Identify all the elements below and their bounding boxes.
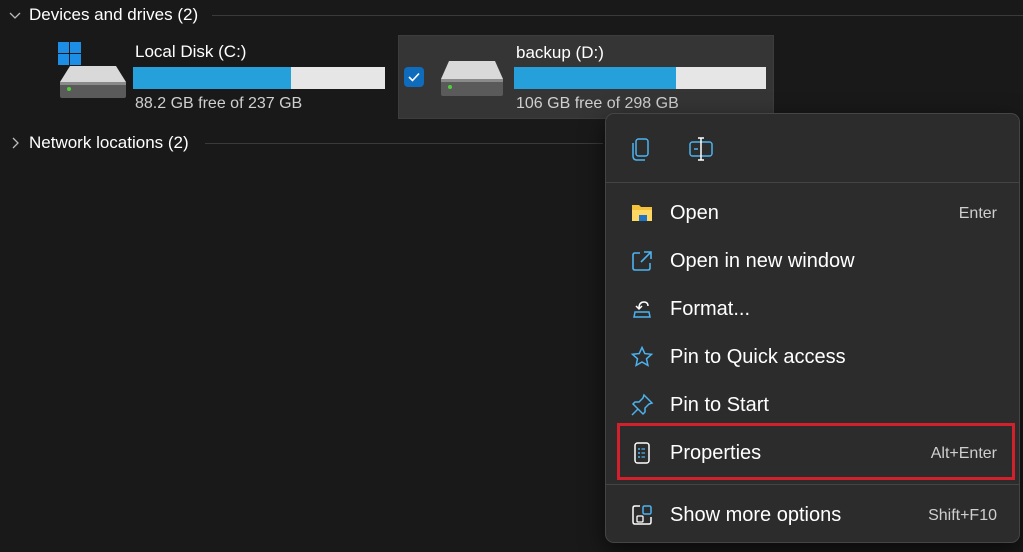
rename-icon bbox=[689, 137, 713, 161]
drive-usage-bar bbox=[514, 67, 766, 89]
drive-c[interactable]: Local Disk (C:) 88.2 GB free of 237 GB bbox=[52, 36, 392, 120]
menu-separator bbox=[606, 182, 1019, 183]
selection-checkbox[interactable] bbox=[404, 67, 424, 87]
section-divider bbox=[212, 15, 1023, 16]
network-section-title: Network locations (2) bbox=[29, 133, 189, 152]
menu-item-pin-quick-access[interactable]: Pin to Quick access bbox=[612, 335, 1013, 379]
menu-item-label: Open in new window bbox=[670, 250, 855, 272]
drive-usage-bar bbox=[133, 67, 385, 89]
menu-item-shortcut: Enter bbox=[958, 205, 997, 222]
rename-button[interactable] bbox=[684, 132, 718, 166]
drive-usage-fill bbox=[133, 67, 291, 89]
section-divider bbox=[205, 143, 603, 144]
menu-item-pin-to-start[interactable]: Pin to Start bbox=[612, 383, 1013, 427]
menu-item-shortcut: Shift+F10 bbox=[928, 507, 997, 524]
menu-item-label: Open bbox=[670, 202, 719, 224]
menu-item-format[interactable]: Format... bbox=[612, 287, 1013, 331]
drive-name: Local Disk (C:) bbox=[135, 42, 247, 61]
menu-item-open-new-window[interactable]: Open in new window bbox=[612, 239, 1013, 283]
drive-icon bbox=[441, 61, 503, 96]
format-icon bbox=[633, 301, 651, 318]
menu-separator bbox=[606, 484, 1019, 485]
menu-item-show-more-options[interactable]: Show more options Shift+F10 bbox=[612, 493, 1013, 537]
copy-button[interactable] bbox=[625, 132, 659, 166]
menu-quick-actions bbox=[606, 114, 1019, 182]
chevron-right-icon bbox=[12, 137, 19, 149]
devices-section-header[interactable]: Devices and drives (2) bbox=[0, 1, 1023, 29]
properties-highlight-box bbox=[617, 423, 1015, 480]
menu-item-label: Pin to Start bbox=[670, 394, 769, 416]
drive-free-space: 88.2 GB free of 237 GB bbox=[135, 95, 303, 112]
menu-item-open[interactable]: Open Enter bbox=[612, 191, 1013, 235]
open-new-window-icon bbox=[632, 251, 652, 271]
menu-item-label: Format... bbox=[670, 298, 751, 320]
drive-name: backup (D:) bbox=[516, 43, 604, 62]
star-icon bbox=[630, 345, 654, 367]
pin-icon bbox=[631, 393, 654, 416]
menu-item-label: Pin to Quick access bbox=[670, 346, 846, 368]
copy-icon bbox=[632, 138, 649, 161]
menu-item-label: Show more options bbox=[670, 504, 842, 526]
drive-free-space: 106 GB free of 298 GB bbox=[516, 95, 679, 112]
devices-section-title: Devices and drives (2) bbox=[29, 5, 199, 24]
windows-drive-icon bbox=[58, 42, 126, 98]
folder-icon bbox=[632, 205, 652, 221]
checkmark-icon bbox=[408, 72, 420, 82]
chevron-down-icon bbox=[9, 12, 21, 19]
more-options-icon bbox=[632, 505, 652, 525]
drive-usage-fill bbox=[514, 67, 677, 89]
drive-d[interactable]: backup (D:) 106 GB free of 298 GB bbox=[398, 35, 774, 119]
